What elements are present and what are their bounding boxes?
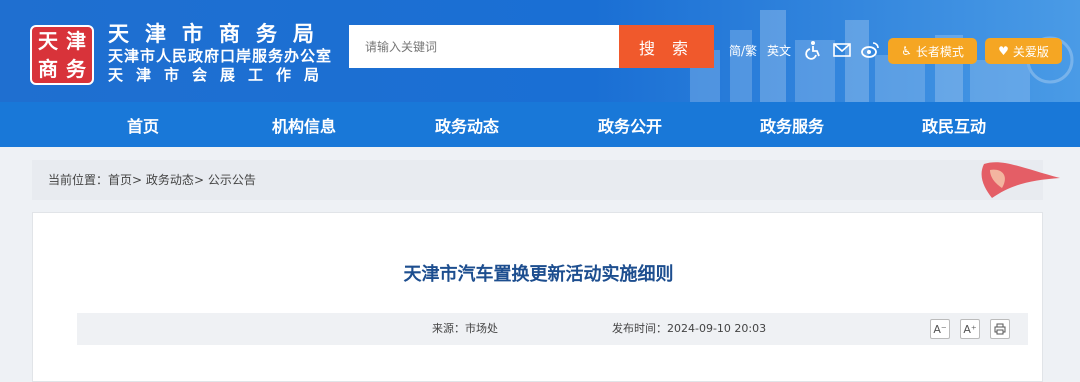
traditional-chinese-link[interactable]: 简/繁 [729, 43, 757, 59]
care-icon: ♥ [998, 44, 1009, 58]
search-input[interactable] [349, 25, 619, 68]
print-icon [994, 323, 1006, 335]
article-title: 天津市汽车置换更新活动实施细则 [403, 264, 674, 285]
breadcrumb-news[interactable]: 政务动态 [146, 173, 194, 187]
ribbon-decoration [981, 162, 1060, 198]
site-header: 天 津 商 务 天津市商务局 天津市人民政府口岸服务办公室 天津市会展工作局 搜… [0, 0, 1080, 102]
main-nav: 首页 机构信息 政务动态 政务公开 政务服务 政民互动 [0, 102, 1080, 147]
seal-char: 天 [38, 29, 58, 53]
nav-item-disclosure[interactable]: 政务公开 [598, 102, 662, 147]
breadcrumb-separator: > [193, 173, 204, 187]
wheelchair-icon[interactable] [803, 40, 823, 60]
font-smaller-button[interactable]: A⁻ [930, 319, 950, 339]
site-subtitle: 天津市人民政府口岸服务办公室 [108, 47, 333, 65]
article-date: 发布时间：2024-09-10 20:03 [612, 322, 767, 335]
breadcrumb: 当前位置：首页> 政务动态> 公示公告 [32, 160, 1043, 200]
elder-mode-button[interactable]: ♿ 长者模式 [888, 38, 977, 64]
care-mode-button[interactable]: ♥ 关爱版 [985, 38, 1062, 64]
article-source: 来源：市场处 [432, 322, 498, 335]
breadcrumb-prefix: 当前位置： [48, 173, 109, 187]
nav-item-news[interactable]: 政务动态 [435, 102, 499, 147]
site-subtitle-2: 天津市会展工作局 [108, 66, 333, 84]
seal-char: 商 [38, 57, 58, 81]
print-button[interactable] [990, 319, 1010, 339]
font-larger-button[interactable]: A⁺ [960, 319, 980, 339]
care-mode-label: 关爱版 [1012, 44, 1049, 59]
article-panel: 天津市汽车置换更新活动实施细则 来源：市场处 发布时间：2024-09-10 2… [32, 212, 1043, 382]
elder-icon: ♿ [901, 44, 912, 58]
logo-seal: 天 津 商 务 [30, 25, 94, 85]
nav-item-org-info[interactable]: 机构信息 [272, 102, 336, 147]
seal-char: 津 [66, 29, 86, 53]
breadcrumb-trail: 当前位置：首页> 政务动态> 公示公告 [48, 172, 256, 188]
breadcrumb-separator: > [132, 173, 143, 187]
weibo-icon[interactable] [860, 40, 880, 60]
mail-icon[interactable] [832, 40, 852, 60]
nav-item-interaction[interactable]: 政民互动 [922, 102, 986, 147]
seal-char: 务 [66, 57, 86, 81]
breadcrumb-notices[interactable]: 公示公告 [208, 173, 256, 187]
article-meta-bar: 来源：市场处 发布时间：2024-09-10 20:03 A⁻ A⁺ [77, 313, 1028, 345]
english-link[interactable]: 英文 [767, 43, 791, 59]
nav-item-home[interactable]: 首页 [127, 102, 159, 147]
breadcrumb-home[interactable]: 首页 [108, 173, 132, 187]
elder-mode-label: 长者模式 [915, 44, 964, 59]
site-title: 天津市商务局 [108, 22, 330, 46]
nav-item-services[interactable]: 政务服务 [760, 102, 824, 147]
search-button[interactable]: 搜 索 [619, 25, 714, 68]
